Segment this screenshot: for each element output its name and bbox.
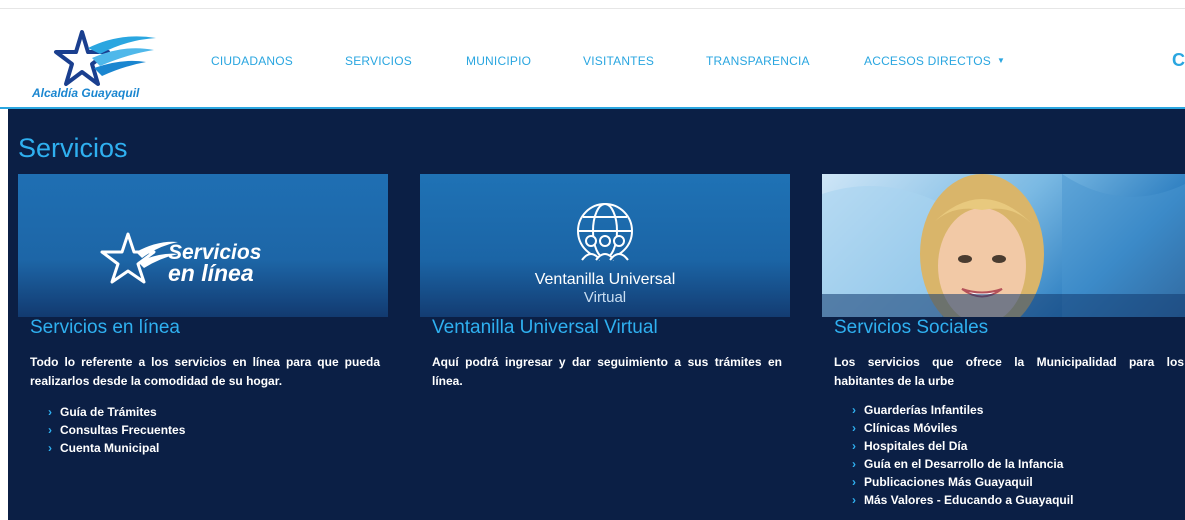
link-guia-de-tramites[interactable]: › Guía de Trámites [48,403,185,421]
section-title: Servicios [18,133,128,163]
services-section: Servicios Servicios en línea Servicios e… [8,109,1185,520]
site-header: Alcaldía Guayaquil CIUDADANOS SERVICIOS … [0,10,1185,108]
link-consultas-frecuentes[interactable]: › Consultas Frecuentes [48,421,185,439]
nav-transparencia[interactable]: TRANSPARENCIA [706,54,810,68]
card-image[interactable] [822,174,1185,317]
chevron-right-icon: › [852,439,856,453]
logo-text: Alcaldía Guayaquil [32,86,140,100]
link-clinicas-moviles[interactable]: › Clínicas Móviles [852,419,1073,437]
servicios-logo-text: Servicios en línea [168,241,262,286]
top-divider [0,8,1185,9]
ventanilla-logo-subtext: Virtual [583,289,627,306]
link-hospitales-del-dia[interactable]: › Hospitales del Día [852,437,1073,455]
card-title[interactable]: Servicios Sociales [834,317,988,339]
nav-municipio[interactable]: MUNICIPIO [466,54,531,68]
chevron-right-icon: › [852,475,856,489]
nav-accesos-directos[interactable]: ACCESOS DIRECTOS ▼ [864,54,1005,68]
link-mas-valores[interactable]: › Más Valores - Educando a Guayaquil [852,491,1073,509]
nav-servicios[interactable]: SERVICIOS [345,54,412,68]
chevron-right-icon: › [852,457,856,471]
card-links: › Guía de Trámites › Consultas Frecuentes … [48,403,185,457]
card-title[interactable]: Ventanilla Universal Virtual [432,317,658,339]
card-image[interactable]: Servicios en línea [18,174,388,317]
card-servicios-en-linea: Servicios en línea Servicios en línea To… [18,174,388,520]
caret-down-icon: ▼ [997,56,1006,65]
card-ventanilla-universal: Ventanilla Universal Virtual Ventanilla … [420,174,790,520]
portrait-photo [822,174,1185,317]
link-cuenta-municipal[interactable]: › Cuenta Municipal [48,439,185,457]
nav-ciudadanos[interactable]: CIUDADANOS [211,54,293,68]
chevron-right-icon: › [48,441,52,455]
link-guia-desarrollo-infancia[interactable]: › Guía en el Desarrollo de la Infancia [852,455,1073,473]
nav-visitantes[interactable]: VISITANTES [583,54,654,68]
card-description: Aquí podrá ingresar y dar seguimiento a … [432,355,782,388]
nav-accesos-directos-label: ACCESOS DIRECTOS [864,54,992,68]
card-title[interactable]: Servicios en línea [30,317,180,339]
card-image[interactable]: Ventanilla Universal Virtual [420,174,790,317]
site-logo[interactable]: Alcaldía Guayaquil [30,28,160,100]
link-guarderias-infantiles[interactable]: › Guarderías Infantiles [852,401,1073,419]
search-icon[interactable]: C [1172,50,1185,71]
chevron-right-icon: › [852,403,856,417]
card-servicios-sociales: Servicios Sociales Los servicios que ofr… [822,174,1185,520]
card-description: Los servicios que ofrece la Municipalida… [834,355,1184,388]
chevron-right-icon: › [852,493,856,507]
star-logo-icon [54,30,156,86]
link-publicaciones-mas-guayaquil[interactable]: › Publicaciones Más Guayaquil [852,473,1073,491]
card-description: Todo lo referente a los servicios en lín… [30,355,380,388]
chevron-right-icon: › [852,421,856,435]
chevron-right-icon: › [48,423,52,437]
ventanilla-logo-text: Ventanilla Universal [534,271,676,288]
chevron-right-icon: › [48,405,52,419]
card-links: › Guarderías Infantiles › Clínicas Móviles… [852,401,1073,509]
